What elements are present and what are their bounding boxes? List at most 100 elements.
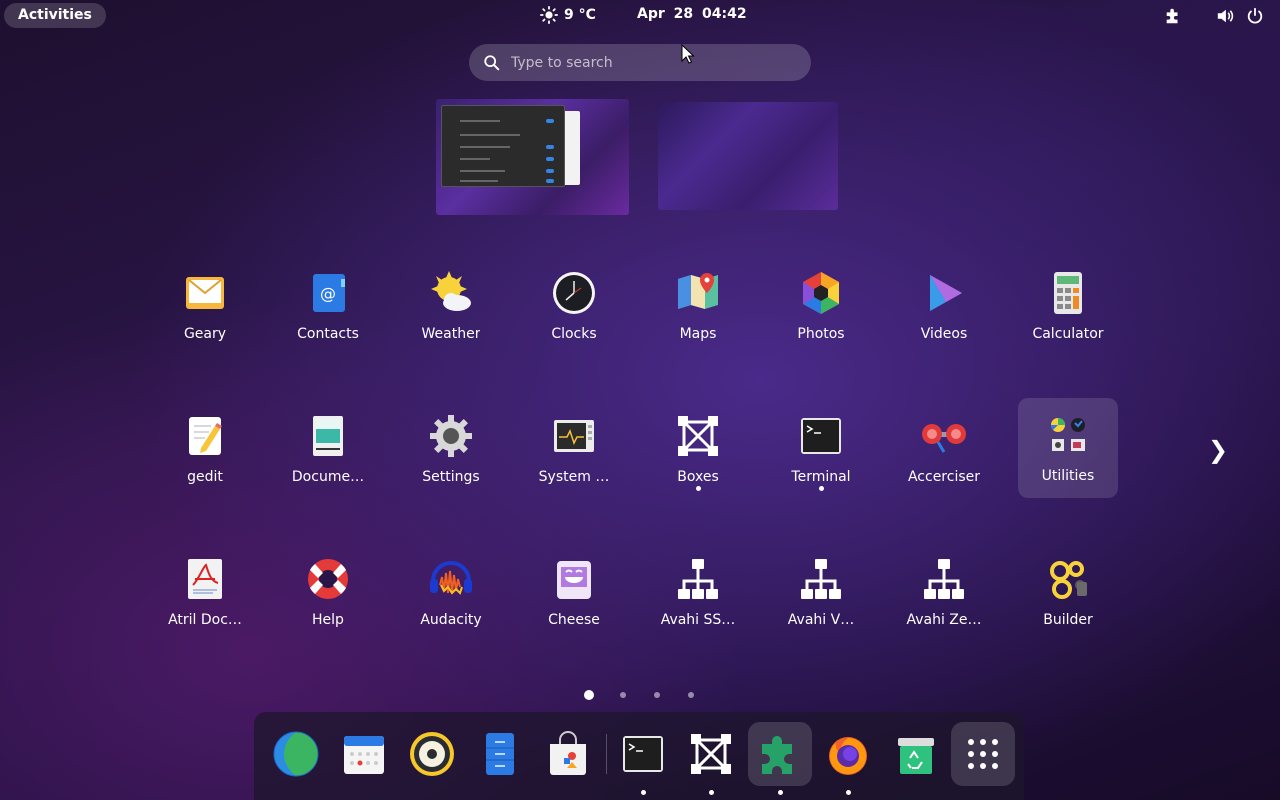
page-dot-4[interactable] — [685, 689, 697, 701]
clock-icon — [550, 269, 598, 317]
app-system[interactable]: System … — [524, 399, 624, 499]
app-cheese[interactable]: Cheese — [524, 542, 624, 642]
app-maps[interactable]: Maps — [648, 256, 748, 356]
running-indicator — [778, 790, 783, 795]
speaker-icon — [410, 732, 454, 776]
app-label: Weather — [421, 326, 481, 342]
app-label: Avahi SS… — [660, 612, 736, 628]
system-menu[interactable] — [1216, 7, 1264, 25]
terminal-icon — [623, 736, 663, 772]
running-indicator — [696, 486, 701, 491]
dash-firefox[interactable] — [816, 722, 880, 795]
date: Apr 28 — [637, 6, 694, 22]
time: 04:42 — [702, 6, 747, 22]
dash-files[interactable] — [468, 722, 532, 786]
mouse-cursor-icon — [681, 44, 695, 64]
gear-icon — [427, 412, 475, 460]
app-photos[interactable]: Photos — [771, 256, 871, 356]
workspace-thumbnail-1[interactable] — [436, 99, 629, 215]
next-page-arrow-icon[interactable]: ❯ — [1208, 436, 1228, 464]
app-label: Photos — [797, 326, 845, 342]
app-boxes[interactable]: Boxes — [648, 399, 748, 499]
atril-icon — [181, 555, 229, 603]
app-terminal[interactable]: Terminal — [771, 399, 871, 499]
app-geary[interactable]: Geary — [155, 256, 255, 356]
running-indicator — [819, 486, 824, 491]
dash-show-apps[interactable] — [951, 722, 1015, 786]
accerciser-icon — [920, 412, 968, 460]
app-avahi-ze[interactable]: Avahi Ze… — [894, 542, 994, 642]
weather-indicator[interactable]: 9 °C — [540, 6, 596, 24]
dash-calendar[interactable] — [332, 722, 396, 786]
dash-boxes[interactable] — [679, 722, 743, 795]
activities-button[interactable]: Activities — [4, 3, 106, 28]
system-monitor-icon — [550, 412, 598, 460]
app-label: Settings — [422, 469, 480, 485]
document-viewer-icon — [304, 412, 352, 460]
app-docume[interactable]: Docume… — [278, 399, 378, 499]
window-thumbnail[interactable] — [441, 105, 565, 187]
extensions-indicator[interactable] — [1164, 7, 1182, 29]
text-editor-icon — [181, 412, 229, 460]
photos-icon — [797, 269, 845, 317]
terminal-icon — [797, 412, 845, 460]
app-label: System … — [538, 469, 610, 485]
app-avahi-ss[interactable]: Avahi SS… — [648, 542, 748, 642]
app-atril-doc[interactable]: Atril Doc… — [155, 542, 255, 642]
app-accerciser[interactable]: Accerciser — [894, 399, 994, 499]
sun-icon — [540, 6, 558, 24]
app-label: Utilities — [1041, 468, 1095, 484]
app-label: Help — [312, 612, 344, 628]
puzzle-icon — [762, 736, 792, 774]
app-builder[interactable]: Builder — [1018, 542, 1118, 642]
calendar-icon — [344, 736, 384, 774]
dash-terminal[interactable] — [611, 722, 675, 795]
boxes-icon — [674, 412, 722, 460]
app-label: Cheese — [548, 612, 600, 628]
extensions-icon — [1166, 8, 1178, 24]
page-indicator — [583, 689, 719, 701]
file-cabinet-icon — [486, 733, 514, 775]
workspace-thumbnail-2[interactable] — [658, 102, 838, 210]
app-calculator[interactable]: Calculator — [1018, 256, 1118, 356]
app-label: Maps — [679, 326, 717, 342]
maps-icon — [674, 269, 722, 317]
search-input[interactable] — [511, 54, 791, 71]
page-dot-3[interactable] — [651, 689, 663, 701]
network-icon — [920, 555, 968, 603]
dash-web-browser[interactable] — [264, 722, 328, 786]
recycle-bin-icon — [898, 738, 934, 774]
folder-icon — [1044, 411, 1092, 459]
app-label: Avahi V… — [787, 612, 855, 628]
app-help[interactable]: Help — [278, 542, 378, 642]
app-utilities[interactable]: Utilities — [1018, 398, 1118, 498]
dash-software[interactable] — [536, 722, 600, 786]
dash-trash[interactable] — [884, 722, 948, 786]
clock-button[interactable]: Apr 28 04:42 — [637, 6, 747, 22]
app-videos[interactable]: Videos — [894, 256, 994, 356]
app-label: Builder — [1043, 612, 1093, 628]
dash — [254, 712, 1024, 800]
power-icon — [1247, 7, 1263, 24]
app-contacts[interactable]: @ Contacts — [278, 256, 378, 356]
app-audacity[interactable]: Audacity — [401, 542, 501, 642]
top-bar: Activities 9 °C Apr 28 04:42 — [0, 0, 1280, 32]
page-dot-2[interactable] — [617, 689, 629, 701]
running-indicator — [641, 790, 646, 795]
page-dot-1[interactable] — [583, 689, 595, 701]
app-gedit[interactable]: gedit — [155, 399, 255, 499]
search-bar[interactable] — [469, 44, 811, 81]
boxes-icon — [691, 734, 731, 774]
builder-icon — [1044, 555, 1092, 603]
dash-separator — [606, 734, 607, 774]
audacity-icon — [427, 555, 475, 603]
app-avahi-v[interactable]: Avahi V… — [771, 542, 871, 642]
app-clocks[interactable]: Clocks — [524, 256, 624, 356]
app-settings[interactable]: Settings — [401, 399, 501, 499]
temperature: 9 °C — [564, 7, 596, 23]
app-weather[interactable]: Weather — [401, 256, 501, 356]
app-label: Docume… — [291, 469, 365, 485]
dash-extensions[interactable] — [748, 722, 812, 795]
network-icon — [797, 555, 845, 603]
dash-rhythmbox[interactable] — [400, 722, 464, 786]
